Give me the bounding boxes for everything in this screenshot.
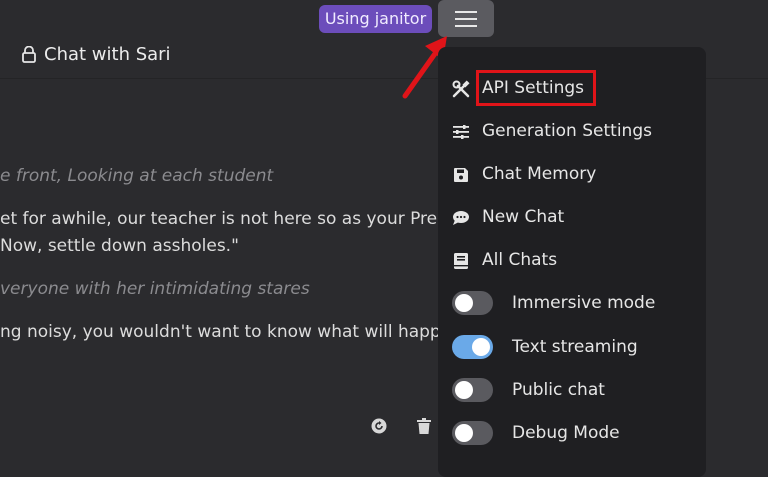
toggle-row-text-streaming: Text streaming	[438, 330, 706, 366]
debug-mode-toggle[interactable]	[452, 421, 493, 445]
toggle-label: Public chat	[512, 380, 605, 400]
menu-item-all-chats[interactable]: All Chats	[438, 243, 706, 279]
chat-title-text: Chat with Sari	[44, 43, 171, 65]
chat-narration: veryone with her intimidating stares	[0, 279, 310, 299]
chat-bubble-icon	[452, 209, 470, 227]
api-settings-highlight-box	[476, 70, 596, 106]
immersive-mode-toggle[interactable]	[452, 291, 493, 315]
chat-narration: e front, Looking at each student	[0, 166, 274, 186]
menu-item-label: All Chats	[482, 250, 558, 270]
menu-item-label: New Chat	[482, 207, 565, 227]
toggle-label: Text streaming	[512, 337, 638, 357]
toggle-knob	[455, 381, 473, 399]
model-badge[interactable]: Using janitor	[319, 5, 432, 33]
trash-icon[interactable]	[417, 418, 431, 434]
toggle-label: Immersive mode	[512, 293, 656, 313]
toggle-row-public-chat: Public chat	[438, 373, 706, 409]
chat-dialogue: et for awhile, our teacher is not here s…	[0, 209, 462, 229]
hamburger-icon	[455, 10, 477, 27]
tools-icon	[452, 80, 470, 98]
dropdown-menu: API Settings Generation Settings Chat Me…	[438, 47, 706, 477]
message-actions	[371, 418, 431, 434]
toggle-knob	[455, 294, 473, 312]
save-icon	[452, 166, 470, 184]
menu-item-generation-settings[interactable]: Generation Settings	[438, 114, 706, 150]
public-chat-toggle[interactable]	[452, 378, 493, 402]
toggle-row-debug-mode: Debug Mode	[438, 416, 706, 452]
book-icon	[452, 252, 470, 270]
toggle-knob	[455, 424, 473, 442]
toggle-knob	[472, 338, 490, 356]
regenerate-icon[interactable]	[371, 418, 387, 434]
text-streaming-toggle[interactable]	[452, 335, 493, 359]
chat-dialogue: Now, settle down assholes."	[0, 236, 239, 256]
menu-item-label: Generation Settings	[482, 121, 652, 141]
toggle-row-immersive-mode: Immersive mode	[438, 286, 706, 322]
toggle-label: Debug Mode	[512, 423, 620, 443]
menu-item-chat-memory[interactable]: Chat Memory	[438, 157, 706, 193]
chat-title: Chat with Sari	[22, 42, 171, 66]
menu-item-label: Chat Memory	[482, 164, 597, 184]
menu-item-new-chat[interactable]: New Chat	[438, 200, 706, 236]
chat-dialogue: ng noisy, you wouldn't want to know what…	[0, 322, 452, 342]
sliders-icon	[452, 123, 470, 141]
lock-icon	[22, 45, 36, 63]
